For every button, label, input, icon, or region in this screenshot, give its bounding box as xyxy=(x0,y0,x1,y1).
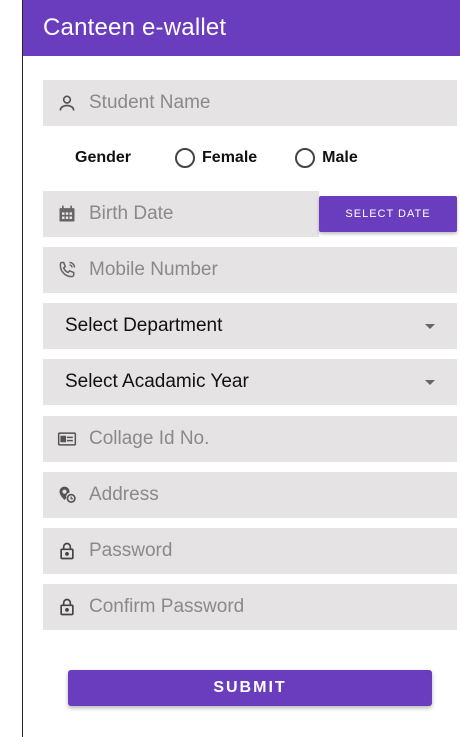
female-label: Female xyxy=(202,149,258,166)
male-radio[interactable] xyxy=(295,148,316,168)
department-select[interactable]: Select Department xyxy=(43,303,457,349)
birth-date-field[interactable] xyxy=(43,191,336,237)
gender-label: Gender xyxy=(75,149,132,166)
select-date-button[interactable]: SELECT DATE xyxy=(319,196,457,232)
college-id-input[interactable] xyxy=(87,427,421,451)
address-field[interactable] xyxy=(43,472,457,518)
birth-date-input[interactable] xyxy=(87,202,336,226)
academic-year-select-value: Select Acadamic Year xyxy=(65,371,249,392)
lock-icon xyxy=(57,541,77,561)
location-icon xyxy=(57,485,77,505)
app-title: Canteen e-wallet xyxy=(43,14,227,41)
female-radio[interactable] xyxy=(175,148,196,168)
chevron-down-icon xyxy=(425,379,435,385)
address-input[interactable] xyxy=(87,483,421,507)
app-frame: Canteen e-wallet Gender Female Male SELE… xyxy=(22,0,460,737)
lock-icon xyxy=(57,597,77,617)
chevron-down-icon xyxy=(425,323,435,329)
mobile-number-input[interactable] xyxy=(87,258,421,282)
student-name-field[interactable] xyxy=(43,80,457,126)
calendar-icon xyxy=(57,204,77,224)
gender-option-female[interactable]: Female xyxy=(175,148,257,168)
male-label: Male xyxy=(322,149,358,166)
password-input[interactable] xyxy=(87,539,421,563)
submit-button[interactable]: SUBMIT xyxy=(68,670,432,706)
password-field[interactable] xyxy=(43,528,457,574)
department-select-value: Select Department xyxy=(65,315,223,336)
mobile-number-field[interactable] xyxy=(43,247,457,293)
gender-row: Gender Female Male xyxy=(43,140,457,176)
academic-year-select[interactable]: Select Acadamic Year xyxy=(43,359,457,405)
app-bar: Canteen e-wallet xyxy=(23,0,460,56)
id-card-icon xyxy=(57,429,77,449)
person-icon xyxy=(57,93,77,113)
college-id-field[interactable] xyxy=(43,416,457,462)
confirm-password-field[interactable] xyxy=(43,584,457,630)
phone-icon xyxy=(57,260,77,280)
gender-option-male[interactable]: Male xyxy=(295,148,358,168)
student-name-input[interactable] xyxy=(87,91,421,115)
confirm-password-input[interactable] xyxy=(87,595,421,619)
